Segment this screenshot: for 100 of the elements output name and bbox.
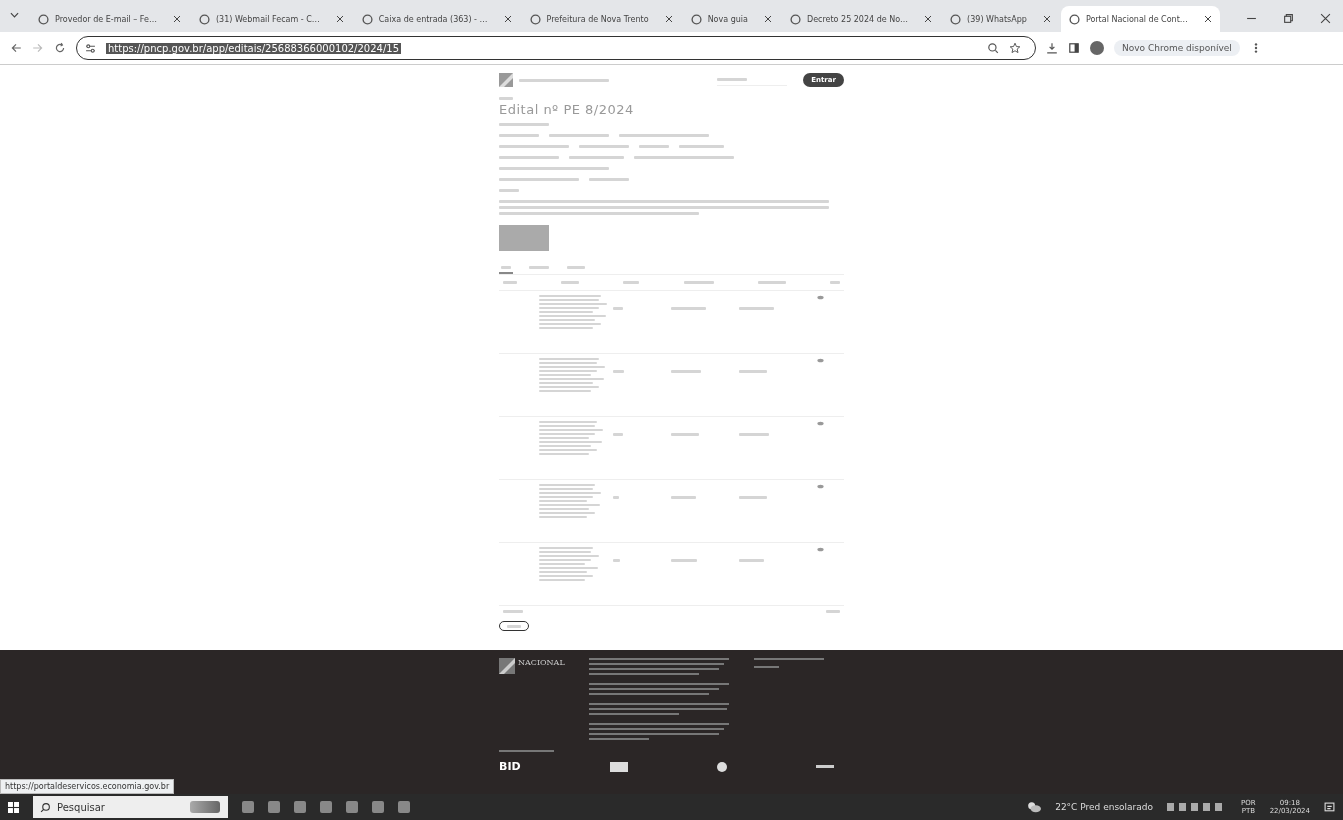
browser-tab[interactable]: (31) Webmail Fecam - C… <box>190 6 352 32</box>
footer-logo-text: NACIONAL <box>518 658 565 667</box>
taskbar-app-icon[interactable] <box>398 801 410 813</box>
weather-text[interactable]: 22°C Pred ensolarado <box>1055 802 1154 812</box>
search-icon <box>40 802 51 813</box>
reload-icon[interactable] <box>54 42 66 54</box>
blurred-text <box>579 145 629 148</box>
eye-icon[interactable] <box>817 358 824 363</box>
browser-tab[interactable]: Provedor de E-mail – Fe… <box>30 6 189 32</box>
url-text: https://pncp.gov.br/app/editais/25688366000102/2024/15 <box>106 42 402 54</box>
blurred-text <box>499 189 519 192</box>
close-icon[interactable] <box>1203 15 1212 23</box>
page-tab[interactable] <box>499 263 513 274</box>
eye-icon[interactable] <box>817 547 824 552</box>
avatar-circle[interactable] <box>1090 41 1104 55</box>
blurred-text <box>739 370 767 373</box>
blurred-text <box>569 156 624 159</box>
taskbar-app-icon[interactable] <box>242 801 254 813</box>
logo-icon <box>499 658 515 674</box>
blurred-text <box>499 97 513 100</box>
close-icon[interactable] <box>664 15 673 23</box>
notification-icon[interactable] <box>1324 801 1335 813</box>
taskbar-search-field[interactable]: Pesquisar <box>33 796 228 818</box>
taskbar-app-icon[interactable] <box>346 801 358 813</box>
blurred-text <box>539 358 605 392</box>
blurred-text <box>671 559 697 562</box>
globe-icon <box>789 13 801 25</box>
blurred-text <box>613 370 624 373</box>
browser-tab[interactable]: (39) WhatsApp <box>942 6 1059 32</box>
site-settings-icon[interactable] <box>85 42 96 54</box>
blurred-text <box>503 281 517 284</box>
blurred-text <box>671 433 699 436</box>
browser-tab[interactable]: Prefeitura de Nova Trento <box>521 6 681 32</box>
taskbar-app-icon[interactable] <box>320 801 332 813</box>
browser-tab[interactable]: Portal Nacional de Cont… <box>1060 6 1220 32</box>
close-icon[interactable] <box>172 15 181 23</box>
tab-title: Decreto 25 2024 de No… <box>806 14 910 24</box>
tab-title: Caixa de entrada (363) - … <box>378 14 489 24</box>
blurred-text <box>671 370 701 373</box>
blurred-text <box>623 281 640 284</box>
close-icon[interactable] <box>335 15 344 23</box>
blurred-text <box>683 281 714 284</box>
close-icon[interactable] <box>503 15 512 23</box>
close-icon[interactable] <box>1042 15 1051 23</box>
blurred-text <box>757 281 786 284</box>
star-icon[interactable] <box>1009 42 1021 54</box>
tab-title: Nova guia <box>707 14 749 24</box>
globe-icon <box>950 13 962 25</box>
blurred-text <box>739 307 774 310</box>
attachment-thumbnail[interactable] <box>499 225 549 251</box>
weather-icon[interactable] <box>1027 801 1042 813</box>
zoom-icon[interactable] <box>987 42 999 54</box>
blurred-text <box>826 610 840 613</box>
globe-icon <box>1068 13 1080 25</box>
blurred-text <box>499 156 559 159</box>
globe-icon <box>198 13 210 25</box>
close-icon[interactable] <box>763 15 772 23</box>
close-icon[interactable] <box>1319 13 1331 24</box>
windows-logo-icon[interactable] <box>8 801 19 813</box>
tab-title: Prefeitura de Nova Trento <box>546 14 650 24</box>
tab-list-icon[interactable] <box>10 12 19 18</box>
eye-icon[interactable] <box>817 295 824 300</box>
tab-title: Provedor de E-mail – Fe… <box>55 14 158 24</box>
blurred-text <box>503 610 523 613</box>
eye-icon[interactable] <box>817 484 824 489</box>
tab-title: (31) Webmail Fecam - C… <box>215 14 321 24</box>
restore-icon[interactable] <box>1282 13 1294 24</box>
blurred-text <box>499 123 549 126</box>
back-arrow-icon[interactable] <box>10 42 22 54</box>
blurred-text <box>539 295 605 329</box>
blurred-text <box>613 307 623 310</box>
blurred-text <box>613 433 623 436</box>
globe-icon <box>361 13 373 25</box>
taskbar-app-icon[interactable] <box>294 801 306 813</box>
blurred-text <box>671 496 696 499</box>
blurred-text <box>539 421 605 455</box>
sponsor-logo-icon <box>816 765 834 768</box>
globe-icon <box>38 13 49 25</box>
update-chip[interactable]: Novo Chrome disponível <box>1114 40 1240 56</box>
page-title: Edital nº PE 8/2024 <box>499 102 635 117</box>
browser-tab[interactable]: Caixa de entrada (363) - … <box>353 6 520 32</box>
side-panel-icon[interactable] <box>1068 42 1080 54</box>
blurred-text <box>589 178 629 181</box>
eye-icon[interactable] <box>817 421 824 426</box>
blurred-text <box>639 145 669 148</box>
taskbar-app-icon[interactable] <box>268 801 280 813</box>
blurred-text <box>613 559 620 562</box>
close-icon[interactable] <box>924 15 933 23</box>
search-highlight-drawing <box>190 801 220 813</box>
browser-tab[interactable]: Nova guia <box>682 6 780 32</box>
taskbar-app-icon[interactable] <box>372 801 384 813</box>
browser-tab[interactable]: Decreto 25 2024 de No… <box>781 6 941 32</box>
blurred-text <box>829 281 840 284</box>
tab-title: (39) WhatsApp <box>967 14 1028 24</box>
back-button[interactable] <box>499 621 529 631</box>
blurred-text <box>671 307 706 310</box>
globe-icon <box>529 13 541 25</box>
blurred-text <box>739 433 769 436</box>
download-icon[interactable] <box>1046 42 1058 54</box>
globe-icon <box>690 13 702 25</box>
